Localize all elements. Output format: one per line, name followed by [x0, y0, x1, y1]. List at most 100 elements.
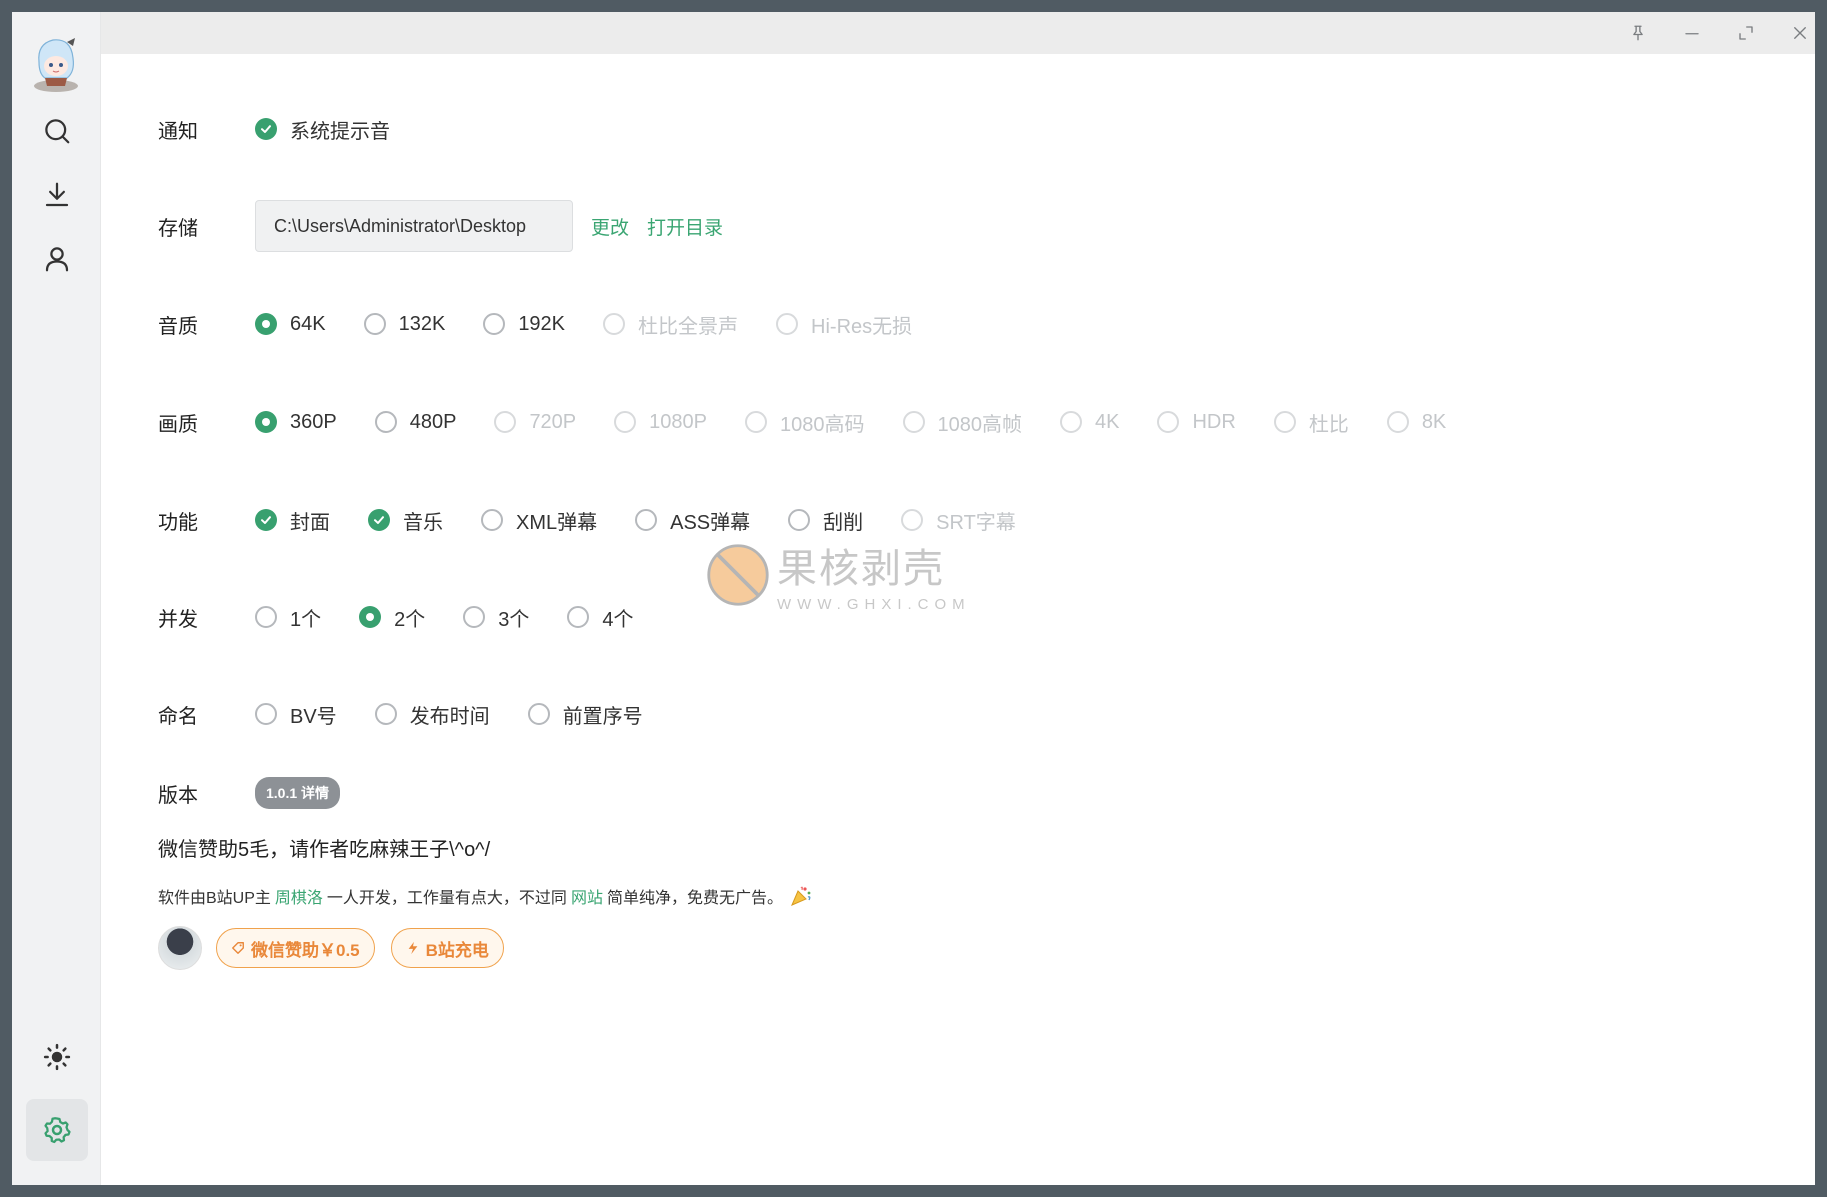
radio-video-dolby: 杜比: [1273, 408, 1349, 437]
watermark-url: WWW.GHXI.COM: [777, 596, 971, 613]
pin-button[interactable]: [1625, 20, 1651, 46]
radio-icon: [1060, 411, 1082, 433]
checkbox-system-sound[interactable]: 系统提示音: [255, 115, 390, 144]
radio-icon: [1273, 411, 1296, 433]
minimize-icon: [1685, 33, 1699, 35]
radio-selected-icon: [255, 411, 277, 433]
option-label: 192K: [518, 312, 566, 335]
note-text: 一人开发，工作量有点大，不过同: [326, 890, 567, 907]
radio-video-480p[interactable]: 480P: [374, 410, 457, 434]
option-label: 720P: [529, 410, 577, 433]
button-label: 微信赞助￥0.5: [251, 940, 360, 960]
setting-row-audio: 音质 64K 132K 192K 杜比全景声 Hi-Res无损: [158, 309, 950, 339]
version-badge[interactable]: 1.0.1 详情: [255, 777, 341, 809]
radio-audio-hires: Hi-Res无损: [776, 310, 912, 339]
radio-concurrency-2[interactable]: 2个: [359, 603, 425, 632]
sidebar-item-settings[interactable]: [26, 1099, 88, 1161]
radio-video-8k: 8K: [1386, 410, 1447, 434]
minimize-button[interactable]: [1679, 20, 1705, 46]
radio-icon: [363, 313, 386, 335]
radio-naming-publish-time[interactable]: 发布时间: [374, 700, 490, 729]
sidebar-item-user[interactable]: [26, 228, 88, 290]
radio-video-4k: 4K: [1060, 411, 1119, 434]
sidebar: [12, 12, 101, 1185]
watermark-logo-icon: [707, 543, 769, 606]
option-label: 1个: [290, 608, 322, 631]
radio-icon: [255, 703, 277, 725]
bilibili-charge-button[interactable]: B站充电: [390, 928, 504, 968]
option-label: 发布时间: [409, 705, 490, 728]
sidebar-item-download[interactable]: [26, 164, 88, 226]
close-button[interactable]: [1787, 20, 1813, 46]
radio-icon: [527, 703, 550, 725]
checkbox-checked-icon: [255, 118, 277, 140]
setting-label: 版本: [158, 784, 198, 807]
radio-icon: [494, 411, 517, 433]
setting-row-notify: 通知 系统提示音: [158, 114, 428, 144]
setting-row-naming: 命名 BV号 发布时间 前置序号: [158, 699, 681, 729]
radio-concurrency-3[interactable]: 3个: [463, 603, 529, 632]
option-label: HDR: [1192, 410, 1236, 433]
radio-video-360p[interactable]: 360P: [255, 411, 337, 434]
radio-selected-icon: [255, 313, 277, 335]
checkbox-checked-icon: [368, 509, 390, 531]
radio-concurrency-4[interactable]: 4个: [567, 603, 634, 632]
checkbox-checked-icon: [255, 509, 277, 531]
setting-label: 通知: [158, 120, 198, 143]
radio-icon: [255, 606, 277, 628]
radio-icon: [463, 606, 486, 628]
sponsor-text: 微信赞助5毛，请作者吃麻辣王子\^o^/: [158, 839, 491, 861]
radio-naming-bv[interactable]: BV号: [255, 700, 337, 729]
option-label: 音乐: [403, 511, 443, 534]
app-logo: [31, 34, 81, 94]
option-label: 360P: [290, 410, 337, 433]
checkbox-icon: [901, 509, 924, 531]
sidebar-item-search[interactable]: [26, 100, 88, 162]
title-bar: [101, 12, 1815, 54]
radio-video-1080p: 1080P: [614, 411, 707, 434]
change-path-link[interactable]: 更改: [591, 213, 629, 240]
app-window: 通知 系统提示音 存储 C:\Users\Administrator\Deskt…: [12, 12, 1815, 1185]
sidebar-item-theme[interactable]: [26, 1026, 88, 1088]
radio-naming-prefix-index[interactable]: 前置序号: [527, 700, 643, 729]
radio-concurrency-1[interactable]: 1个: [255, 603, 321, 632]
radio-audio-64k[interactable]: 64K: [255, 313, 326, 336]
checkbox-cover[interactable]: 封面: [255, 506, 330, 535]
radio-audio-192k[interactable]: 192K: [483, 313, 565, 336]
checkbox-ass-danmaku[interactable]: ASS弹幕: [635, 506, 750, 535]
radio-audio-132k[interactable]: 132K: [363, 313, 445, 336]
setting-row-video: 画质 360P 480P 720P 1080P 1080高码 1080高帧 4K…: [158, 407, 1484, 437]
open-directory-link[interactable]: 打开目录: [647, 213, 723, 240]
setting-row-storage: 存储 C:\Users\Administrator\Desktop 更改 打开目…: [158, 200, 723, 252]
support-actions: 微信赞助￥0.5 B站充电: [158, 926, 520, 970]
storage-path-field[interactable]: C:\Users\Administrator\Desktop: [255, 200, 573, 252]
checkbox-scrape[interactable]: 刮削: [788, 506, 863, 535]
radio-icon: [1157, 411, 1180, 433]
note-text: 简单纯净，免费无广告。: [606, 890, 783, 907]
setting-row-version: 版本 1.0.1 详情: [158, 777, 341, 809]
option-label: 8K: [1421, 410, 1447, 433]
checkbox-xml-danmaku[interactable]: XML弹幕: [481, 506, 597, 535]
option-label: 1080高码: [780, 413, 865, 436]
setting-row-features: 功能 封面 音乐 XML弹幕 ASS弹幕 刮削 SRT字幕: [158, 505, 1054, 535]
author-link[interactable]: 周棋洛: [275, 884, 323, 908]
radio-video-720p: 720P: [494, 411, 576, 434]
option-label: 4K: [1095, 410, 1120, 433]
author-avatar[interactable]: [158, 926, 202, 970]
checkbox-icon: [788, 509, 811, 531]
option-label: 1080P: [649, 410, 707, 433]
option-label: 前置序号: [562, 705, 643, 728]
wechat-sponsor-button[interactable]: 微信赞助￥0.5: [216, 928, 375, 968]
checkbox-music[interactable]: 音乐: [368, 506, 443, 535]
settings-panel: 通知 系统提示音 存储 C:\Users\Administrator\Deskt…: [101, 54, 1815, 1185]
option-label: 480P: [409, 410, 457, 433]
setting-label: 功能: [158, 511, 198, 534]
lightning-icon: [408, 941, 418, 955]
website-link[interactable]: 网站: [571, 884, 603, 908]
radio-icon: [776, 313, 799, 335]
theme-icon: [43, 1043, 71, 1071]
watermark-title: 果核剥壳: [777, 547, 945, 591]
radio-icon: [374, 703, 397, 725]
setting-label: 并发: [158, 608, 198, 631]
maximize-button[interactable]: [1733, 20, 1759, 46]
